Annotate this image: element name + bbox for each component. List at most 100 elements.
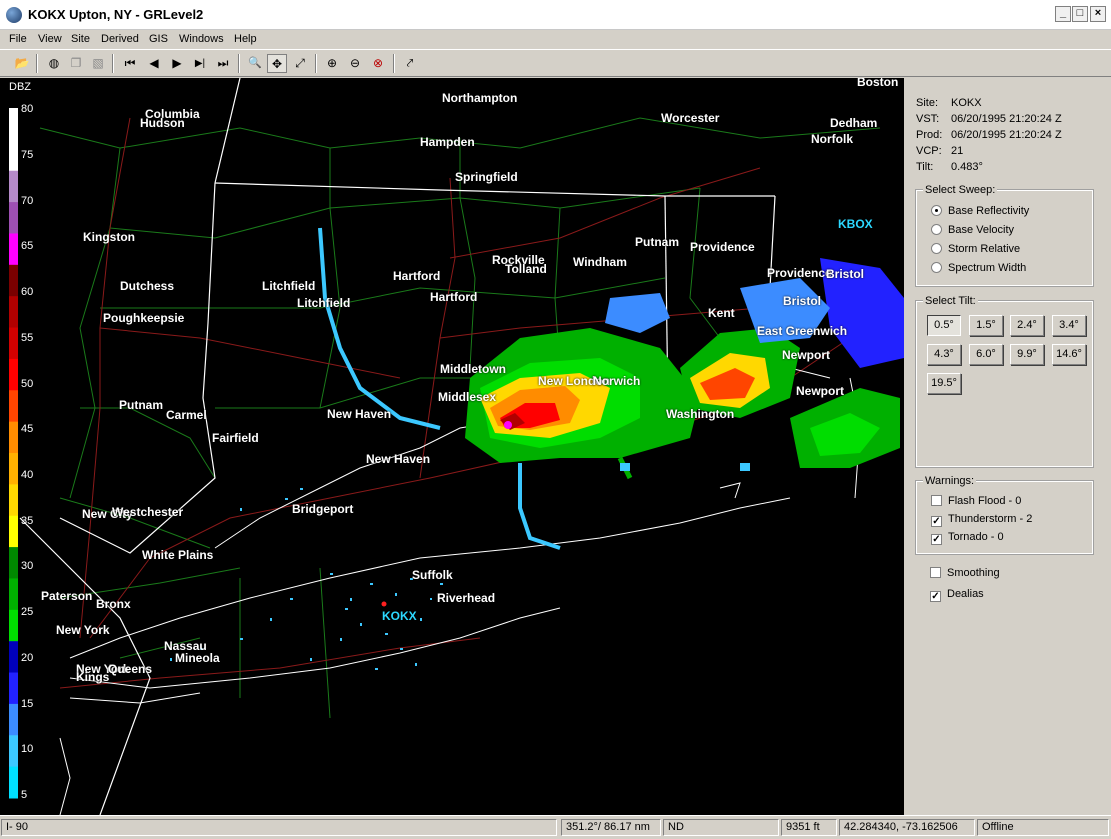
place-label: Hartford xyxy=(393,269,441,283)
state-boundaries xyxy=(19,78,791,815)
probe-icon[interactable]: ⤤ xyxy=(400,54,420,73)
title-bar: KOKX Upton, NY - GRLevel2 _ □ × xyxy=(0,0,1111,30)
tilt-button[interactable]: 9.9° xyxy=(1010,344,1044,365)
vcp-value: 21 xyxy=(951,145,964,157)
pan-icon[interactable]: ✥ xyxy=(267,54,287,73)
scale-label: 30 xyxy=(21,560,34,572)
globe-icon[interactable]: ◍ xyxy=(44,54,64,73)
zoom-in-icon[interactable]: ⊕ xyxy=(322,54,342,73)
radio-spectrum-width[interactable]: Spectrum Width xyxy=(931,262,1026,274)
tilt-button[interactable]: 1.5° xyxy=(969,315,1003,336)
copy-icon[interactable]: ❐ xyxy=(66,54,86,73)
checkbox-tornado[interactable]: ✓ Tornado - 0 xyxy=(931,531,1004,545)
zoom-reset-icon[interactable]: ⊗ xyxy=(368,54,388,73)
status-coordinates: 42.284340, -73.162506 xyxy=(839,819,975,836)
place-label: Kent xyxy=(708,306,735,320)
scale-swatch xyxy=(9,421,18,454)
tilt-value: 0.483° xyxy=(951,161,983,173)
radio-base-reflectivity[interactable]: Base Reflectivity xyxy=(931,205,1029,217)
menu-view[interactable]: View xyxy=(38,33,62,45)
next-frame-icon[interactable]: ▶| xyxy=(190,54,210,73)
zoom-icon[interactable]: 🔍 xyxy=(245,54,265,73)
status-connection: Offline xyxy=(977,819,1109,836)
site-value: KOKX xyxy=(951,97,982,109)
scale-swatch xyxy=(9,202,18,234)
checkbox-indicator xyxy=(930,567,941,578)
checkbox-flash-flood[interactable]: Flash Flood - 0 xyxy=(931,495,1021,507)
checkbox-indicator xyxy=(931,495,942,506)
place-label: Middletown xyxy=(440,362,506,376)
radio-storm-relative[interactable]: Storm Relative xyxy=(931,243,1020,255)
status-height: 9351 ft xyxy=(781,819,837,836)
place-label: Bridgeport xyxy=(292,502,354,516)
checkbox-smoothing[interactable]: Smoothing xyxy=(930,567,1000,579)
place-label: Windham xyxy=(573,255,627,269)
place-label: Dedham xyxy=(830,116,878,130)
select-sweep-title: Select Sweep: xyxy=(923,184,998,196)
checkbox-indicator: ✓ xyxy=(930,591,941,602)
toolbar-separator xyxy=(238,54,240,73)
radar-site-label: KBOX xyxy=(838,217,873,231)
close-button[interactable]: × xyxy=(1090,6,1106,22)
scale-swatch xyxy=(9,453,18,485)
scale-swatch xyxy=(9,703,18,736)
color-scale-bar xyxy=(9,108,18,799)
warnings-group: Warnings: Flash Flood - 0 ✓ Thunderstorm … xyxy=(915,475,1094,555)
toolbar: 📂 ◍ ❐ ▧ ⏮ ◀ ▶ ▶| ⏭ 🔍 ✥ ⤢ ⊕ ⊖ ⊗ ⤤ xyxy=(0,49,1111,77)
tilt-button[interactable]: 14.6° xyxy=(1052,344,1086,365)
scale-label: 80 xyxy=(21,103,34,115)
checkbox-thunderstorm[interactable]: ✓ Thunderstorm - 2 xyxy=(931,513,1032,527)
tilt-button[interactable]: 4.3° xyxy=(927,344,961,365)
previous-frame-icon[interactable]: ◀ xyxy=(144,54,164,73)
place-label: Mineola xyxy=(175,651,220,665)
place-label: Putnam xyxy=(635,235,680,249)
place-label: New Haven xyxy=(327,407,392,421)
tilt-button[interactable]: 2.4° xyxy=(1010,315,1044,336)
status-azimuth-range: 351.2°/ 86.17 nm xyxy=(561,819,661,836)
place-label: Tolland xyxy=(505,262,547,276)
place-label: Paterson xyxy=(41,589,93,603)
place-label: Bristol xyxy=(783,294,822,308)
last-frame-icon[interactable]: ⏭ xyxy=(213,54,233,73)
first-frame-icon[interactable]: ⏮ xyxy=(120,54,140,73)
menu-derived[interactable]: Derived xyxy=(101,33,139,45)
tilt-button[interactable]: 3.4° xyxy=(1052,315,1086,336)
scale-label: 70 xyxy=(21,195,34,207)
menu-help[interactable]: Help xyxy=(234,33,257,45)
scale-swatch xyxy=(9,139,18,172)
menu-site[interactable]: Site xyxy=(71,33,90,45)
radio-indicator xyxy=(931,224,942,235)
radio-base-velocity[interactable]: Base Velocity xyxy=(931,224,1014,236)
menu-windows[interactable]: Windows xyxy=(179,33,224,45)
measure-icon[interactable]: ⤢ xyxy=(290,54,310,73)
open-folder-icon[interactable]: 📂 xyxy=(12,54,32,73)
scale-label: 60 xyxy=(21,286,34,298)
print-icon[interactable]: ▧ xyxy=(88,54,108,73)
scale-swatch xyxy=(9,358,18,391)
place-label: Putnam xyxy=(119,398,164,412)
place-label: Newport xyxy=(782,348,830,362)
maximize-button[interactable]: □ xyxy=(1072,6,1088,22)
tilt-button[interactable]: 6.0° xyxy=(969,344,1003,365)
place-label: Middlesex xyxy=(438,390,497,404)
menu-gis[interactable]: GIS xyxy=(149,33,168,45)
tilt-button[interactable]: 0.5° xyxy=(927,315,961,336)
place-label: New Haven xyxy=(366,452,431,466)
place-label: Litchfield xyxy=(262,279,316,293)
toolbar-separator xyxy=(112,54,114,73)
place-label: Norwich xyxy=(593,374,641,388)
tilt-button[interactable]: 19.5° xyxy=(927,373,961,394)
scale-label: 10 xyxy=(21,743,34,755)
place-label: Bronx xyxy=(96,597,131,611)
play-icon[interactable]: ▶ xyxy=(167,54,187,73)
place-label: Kings xyxy=(76,670,110,684)
radar-map[interactable]: DBZ 80 75 70 65 60 55 50 45 40 35 30 25 … xyxy=(0,78,904,815)
menu-file[interactable]: File xyxy=(9,33,27,45)
zoom-out-icon[interactable]: ⊖ xyxy=(345,54,365,73)
place-label: New York xyxy=(56,623,110,637)
scale-swatch xyxy=(9,484,18,517)
checkbox-indicator: ✓ xyxy=(931,516,942,527)
scale-swatch xyxy=(9,641,18,674)
checkbox-dealias[interactable]: ✓ Dealias xyxy=(930,588,984,602)
minimize-button[interactable]: _ xyxy=(1055,6,1071,22)
